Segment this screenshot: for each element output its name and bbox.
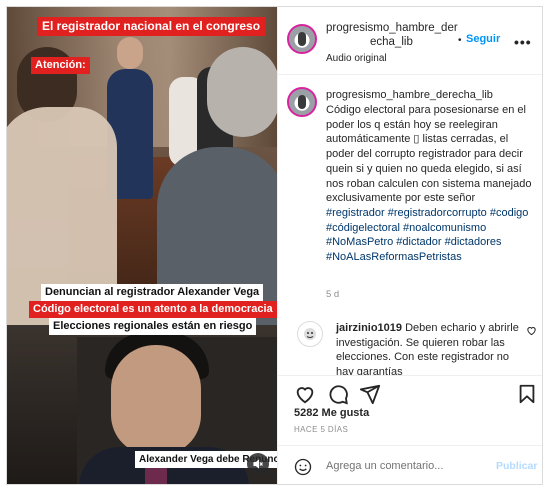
comment-text: jairzinio1019 Deben echario y abrirle in…: [336, 321, 521, 375]
publish-button[interactable]: Publicar: [496, 460, 537, 472]
comment-like-icon[interactable]: [526, 325, 537, 336]
add-comment-bar: Publicar: [278, 445, 542, 484]
video-person-head: [207, 47, 277, 137]
video-scene-top: [7, 7, 277, 327]
overlay-line-3: Elecciones regionales están en riesgo: [49, 318, 257, 335]
overlay-line-2: Código electoral es un atento a la democ…: [29, 301, 277, 318]
post-sidebar: progresismo_hambre_der echa_lib • Seguir…: [277, 7, 542, 484]
caption-text: Código electoral para posesionarse en el…: [326, 103, 536, 265]
comment-input[interactable]: [326, 456, 476, 476]
follow-button[interactable]: Seguir: [466, 33, 500, 45]
overlay-atencion: Atención:: [31, 57, 90, 74]
heart-icon[interactable]: [294, 383, 316, 405]
likes-count[interactable]: 5282 Me gusta: [294, 407, 369, 419]
author-username[interactable]: progresismo_hambre_der echa_lib: [326, 21, 466, 49]
caption-body: Código electoral para posesionarse en el…: [326, 104, 532, 205]
avatar[interactable]: [287, 24, 317, 54]
author-username-line1: progresismo_hambre_der: [326, 22, 458, 34]
caption-time: 5 d: [326, 289, 340, 300]
comment-icon[interactable]: [327, 383, 349, 405]
emoji-icon[interactable]: [294, 458, 312, 476]
audio-label[interactable]: Audio original: [326, 53, 387, 64]
mute-button[interactable]: [247, 453, 269, 475]
avatar-face-icon: [304, 328, 316, 340]
post-video[interactable]: El registrador nacional en el congreso A…: [7, 7, 277, 484]
separator-dot: •: [458, 35, 462, 46]
comment-username[interactable]: jairzinio1019: [336, 322, 402, 334]
share-icon[interactable]: [359, 383, 381, 405]
post-header: progresismo_hambre_der echa_lib • Seguir…: [278, 7, 542, 75]
author-username-line2: echa_lib: [370, 36, 413, 48]
comment-avatar[interactable]: [297, 321, 323, 347]
video-person-face: [111, 345, 201, 455]
speaker-muted-icon: [253, 459, 263, 469]
caption-username[interactable]: progresismo_hambre_derecha_lib: [326, 89, 493, 101]
video-person-head: [117, 37, 143, 69]
post-date: HACE 5 DÍAS: [294, 425, 349, 434]
bookmark-icon[interactable]: [516, 383, 538, 405]
overlay-line-1: Denuncian al registrador Alexander Vega: [41, 284, 264, 301]
post-dialog: El registrador nacional en el congreso A…: [6, 6, 543, 485]
overlay-title: El registrador nacional en el congreso: [37, 17, 266, 36]
action-bar: [278, 375, 542, 409]
caption-avatar[interactable]: [287, 87, 317, 117]
caption-area: progresismo_hambre_derecha_lib Código el…: [278, 75, 542, 375]
more-options-icon[interactable]: •••: [514, 34, 532, 50]
caption-hashtags[interactable]: #registrador #registradorcorrupto #codig…: [326, 207, 528, 263]
